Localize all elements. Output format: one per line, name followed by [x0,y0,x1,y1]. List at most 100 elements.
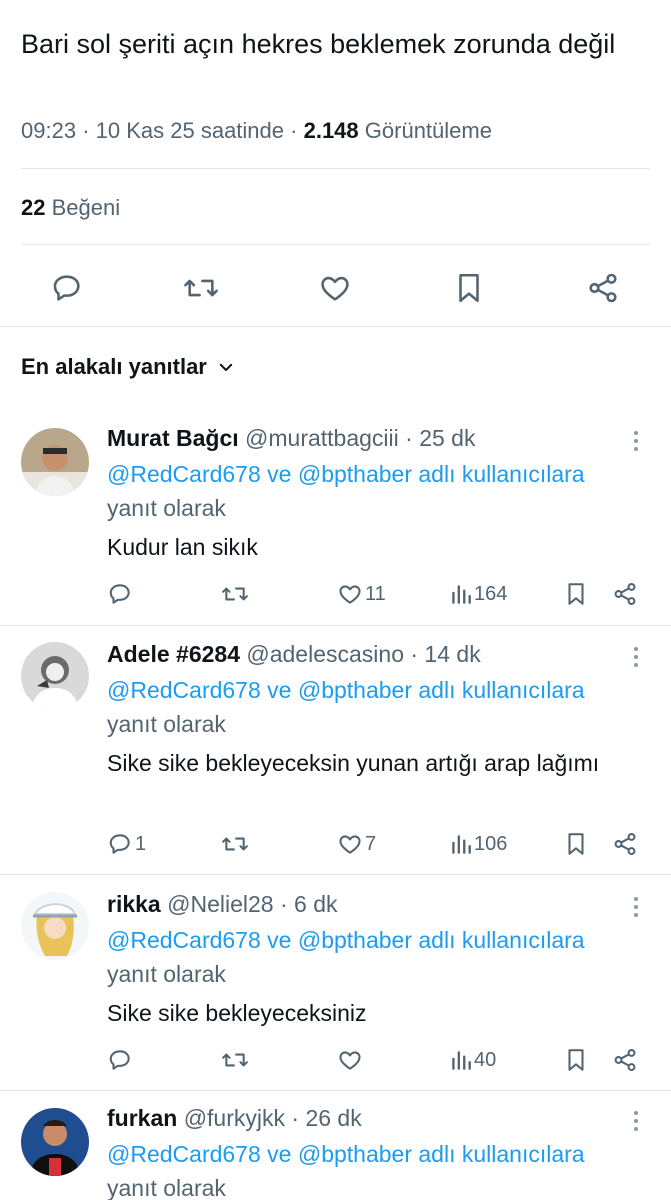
reply-count: 1 [135,832,147,855]
share-button[interactable] [612,828,638,860]
meta-separator: · [82,118,96,143]
tweet-time[interactable]: 09:23 [21,118,76,143]
reply-icon [109,1050,130,1070]
tweet-action-bar [0,262,671,314]
reply-author-handle[interactable]: @murattbagciii [245,425,399,451]
view-count: 106 [474,832,508,855]
divider [0,326,671,327]
reply-author-name[interactable]: Murat Bağcı [107,425,239,451]
retweet-icon [222,837,248,851]
like-count: 7 [365,832,377,855]
replying-to-mentions[interactable]: @RedCard678 ve @bpthaber adlı kullanıcıl… [107,677,585,703]
reply-author-handle[interactable]: @furkyjkk [184,1105,285,1131]
divider [0,1090,671,1091]
avatar[interactable] [21,1108,89,1176]
replying-to: @RedCard678 ve @bpthaber adlı kullanıcıl… [107,923,657,991]
like-button[interactable]: 7 [337,828,376,860]
reply-time: · 25 dk [405,425,476,451]
views-button[interactable]: 40 [450,1044,496,1076]
meta-separator: · [290,118,304,143]
reply-icon [109,834,130,854]
reply-button[interactable] [47,268,87,308]
divider [21,244,650,245]
avatar[interactable] [21,428,89,496]
like-icon [339,835,361,854]
reply-author-name[interactable]: Adele #6284 [107,641,240,667]
retweet-button[interactable] [220,578,250,610]
like-icon [339,585,361,604]
reply-author-name[interactable]: furkan [107,1105,177,1131]
replies-sort-dropdown[interactable]: En alakalı yanıtlar [21,354,235,380]
share-button[interactable] [583,268,623,308]
share-icon [614,833,636,855]
share-icon [614,1049,636,1071]
retweet-icon [184,279,218,297]
reply-item[interactable]: rikka @Neliel28 · 6 dk @RedCard678 ve @b… [0,886,671,1092]
likes-summary[interactable]: 22 Beğeni [21,195,120,221]
reply-item[interactable]: Murat Bağcı @murattbagciii · 25 dk @RedC… [0,420,671,626]
reply-button[interactable] [107,578,135,610]
reply-icon [53,275,80,301]
replying-to: @RedCard678 ve @bpthaber adlı kullanıcıl… [107,673,657,741]
retweet-button[interactable] [220,1044,250,1076]
reply-time: · 6 dk [279,891,338,917]
replying-to-mentions[interactable]: @RedCard678 ve @bpthaber adlı kullanıcıl… [107,461,585,487]
like-button[interactable]: 11 [337,578,386,610]
replying-to-mentions[interactable]: @RedCard678 ve @bpthaber adlı kullanıcıl… [107,927,585,953]
reply-text: Kudur lan sikık [107,534,258,560]
analytics-icon [452,1051,471,1070]
replying-to-label: yanıt olarak [107,495,226,521]
like-button[interactable] [337,1044,365,1076]
bookmark-button[interactable] [449,268,489,308]
reply-item[interactable]: furkan @furkyjkk · 26 dk @RedCard678 ve … [0,1102,671,1200]
bookmark-button[interactable] [565,828,587,860]
tweet-date[interactable]: 10 Kas 25 saatinde [96,118,284,143]
bookmark-icon [459,273,479,303]
reply-author-handle[interactable]: @adelescasino [246,641,404,667]
replying-to-label: yanıt olarak [107,961,226,987]
bookmark-button[interactable] [565,1044,587,1076]
reply-author-name[interactable]: rikka [107,891,161,917]
view-count: 40 [474,1048,497,1071]
more-options-icon[interactable] [626,642,646,672]
like-icon [321,276,349,301]
replying-to: @RedCard678 ve @bpthaber adlı kullanıcıl… [107,457,657,525]
like-count: 11 [365,582,386,605]
more-options-icon[interactable] [626,426,646,456]
share-button[interactable] [612,578,638,610]
views-button[interactable]: 164 [450,578,507,610]
more-options-icon[interactable] [626,1106,646,1136]
replying-to-mentions[interactable]: @RedCard678 ve @bpthaber adlı kullanıcıl… [107,1141,585,1167]
retweet-button[interactable] [220,828,250,860]
reply-icon [109,584,130,604]
like-button[interactable] [315,268,355,308]
reply-item[interactable]: Adele #6284 @adelescasino · 14 dk @RedCa… [0,636,671,876]
tweet-text: Bari sol şeriti açın hekres beklemek zor… [21,29,616,59]
more-options-icon[interactable] [626,892,646,922]
replies-sort-label: En alakalı yanıtlar [21,354,207,379]
reply-text: Sike sike bekleyeceksiniz [107,1000,367,1026]
reply-author-handle[interactable]: @Neliel28 [167,891,273,917]
reply-time: · 26 dk [291,1105,362,1131]
avatar[interactable] [21,892,89,960]
share-icon [589,273,617,303]
replying-to-label: yanıt olarak [107,1175,226,1200]
replying-to: @RedCard678 ve @bpthaber adlı kullanıcıl… [107,1137,657,1200]
reply-button[interactable] [107,1044,135,1076]
like-icon [339,1051,361,1070]
bookmark-button[interactable] [565,578,587,610]
bookmark-icon [568,583,584,605]
divider [0,874,671,875]
share-button[interactable] [612,1044,638,1076]
retweet-icon [222,587,248,601]
views-button[interactable]: 106 [450,828,507,860]
avatar[interactable] [21,642,89,710]
divider [0,625,671,626]
reply-time: · 14 dk [410,641,481,667]
reply-action-bar: 40 [0,1044,671,1076]
retweet-button[interactable] [181,268,221,308]
bookmark-icon [568,1049,584,1071]
analytics-icon [452,835,471,854]
reply-button[interactable]: 1 [107,828,146,860]
divider [21,168,650,169]
